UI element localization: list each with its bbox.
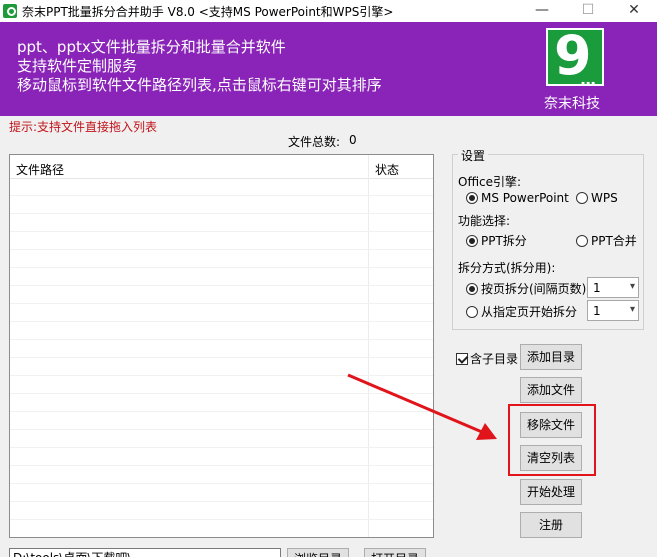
annotation-highlight-box: [508, 404, 596, 476]
engine-ms-radio[interactable]: MS PowerPoint: [466, 191, 569, 205]
row-divider: [10, 483, 433, 484]
browse-directory-button[interactable]: 浏览目录: [287, 548, 349, 557]
radio-unselected-icon: [576, 192, 588, 204]
banner-line-3: 移动鼠标到软件文件路径列表,点击鼠标右键可对其排序: [17, 76, 382, 94]
row-divider: [10, 267, 433, 268]
func-split-label: PPT拆分: [481, 234, 527, 248]
mode-by-page-radio[interactable]: 按页拆分(间隔页数): [466, 280, 586, 297]
start-page-select[interactable]: 1 ▾: [587, 300, 639, 321]
radio-unselected-icon: [466, 305, 478, 318]
company-logo: 9 ...: [546, 24, 604, 89]
row-divider: [10, 393, 433, 394]
file-list[interactable]: 文件路径 状态: [9, 154, 434, 538]
func-merge-radio[interactable]: PPT合并: [576, 232, 637, 249]
list-header: 文件路径 状态: [10, 155, 433, 179]
start-page-value: 1: [593, 304, 601, 318]
window-title: 奈末PPT批量拆分合并助手 V8.0 <支持MS PowerPoint和WPS引…: [22, 5, 394, 19]
row-divider: [10, 465, 433, 466]
add-directory-button[interactable]: 添加目录: [520, 344, 582, 370]
row-divider: [10, 285, 433, 286]
func-merge-label: PPT合并: [591, 234, 637, 248]
mode-from-page-label: 从指定页开始拆分: [481, 305, 578, 319]
engine-ms-label: MS PowerPoint: [481, 191, 569, 205]
row-divider: [10, 213, 433, 214]
include-subdir-checkbox[interactable]: 含子目录: [456, 350, 518, 367]
open-directory-button[interactable]: 打开目录: [364, 548, 426, 557]
mode-from-page-radio[interactable]: 从指定页开始拆分: [466, 303, 577, 320]
register-button[interactable]: 注册: [520, 512, 582, 538]
row-divider: [10, 339, 433, 340]
row-divider: [10, 231, 433, 232]
close-button[interactable]: ✕: [611, 0, 657, 22]
radio-selected-icon: [466, 192, 478, 204]
row-divider: [10, 501, 433, 502]
page-interval-value: 1: [593, 281, 601, 295]
row-divider: [10, 447, 433, 448]
mode-by-page-label: 按页拆分(间隔页数): [481, 282, 587, 296]
file-count-label: 文件总数:: [288, 135, 341, 149]
title-bar: 奈末PPT批量拆分合并助手 V8.0 <支持MS PowerPoint和WPS引…: [0, 0, 657, 22]
start-processing-button[interactable]: 开始处理: [520, 479, 582, 505]
engine-wps-radio[interactable]: WPS: [576, 191, 618, 205]
row-divider: [10, 195, 433, 196]
maximize-button[interactable]: ☐: [565, 0, 611, 22]
minimize-button[interactable]: —: [519, 0, 565, 22]
banner-line-1: ppt、pptx文件批量拆分和批量合并软件: [17, 38, 286, 56]
logo-dots: ...: [580, 70, 596, 89]
row-divider: [10, 249, 433, 250]
drag-hint: 提示:支持文件直接拖入列表: [9, 120, 158, 134]
chevron-down-icon: ▾: [629, 281, 635, 292]
output-path-input[interactable]: D:\tools\桌面\下载吧\: [9, 548, 281, 557]
file-count-value: 0: [349, 133, 357, 147]
page-interval-select[interactable]: 1 ▾: [587, 277, 639, 298]
row-divider: [10, 303, 433, 304]
banner-line-2: 支持软件定制服务: [17, 57, 138, 75]
checkbox-checked-icon: [456, 352, 468, 365]
row-divider: [10, 357, 433, 358]
column-header-path[interactable]: 文件路径: [16, 161, 64, 178]
chevron-down-icon: ▾: [629, 304, 635, 315]
split-mode-label: 拆分方式(拆分用):: [458, 261, 556, 275]
include-subdir-label: 含子目录: [470, 352, 519, 366]
function-label: 功能选择:: [458, 214, 511, 228]
row-divider: [10, 411, 433, 412]
settings-title: 设置: [458, 147, 489, 164]
header-banner: ppt、pptx文件批量拆分和批量合并软件 支持软件定制服务 移动鼠标到软件文件…: [0, 22, 657, 116]
app-icon: [3, 4, 17, 18]
func-split-radio[interactable]: PPT拆分: [466, 232, 527, 249]
engine-wps-label: WPS: [591, 191, 618, 205]
row-divider: [10, 429, 433, 430]
radio-selected-icon: [466, 282, 478, 295]
row-divider: [10, 321, 433, 322]
row-divider: [10, 375, 433, 376]
add-file-button[interactable]: 添加文件: [520, 377, 582, 403]
engine-label: Office引擎:: [458, 175, 522, 189]
radio-unselected-icon: [576, 234, 588, 247]
row-divider: [10, 519, 433, 520]
company-name: 奈末科技: [544, 96, 600, 112]
column-header-status[interactable]: 状态: [375, 161, 399, 178]
radio-selected-icon: [466, 234, 478, 247]
